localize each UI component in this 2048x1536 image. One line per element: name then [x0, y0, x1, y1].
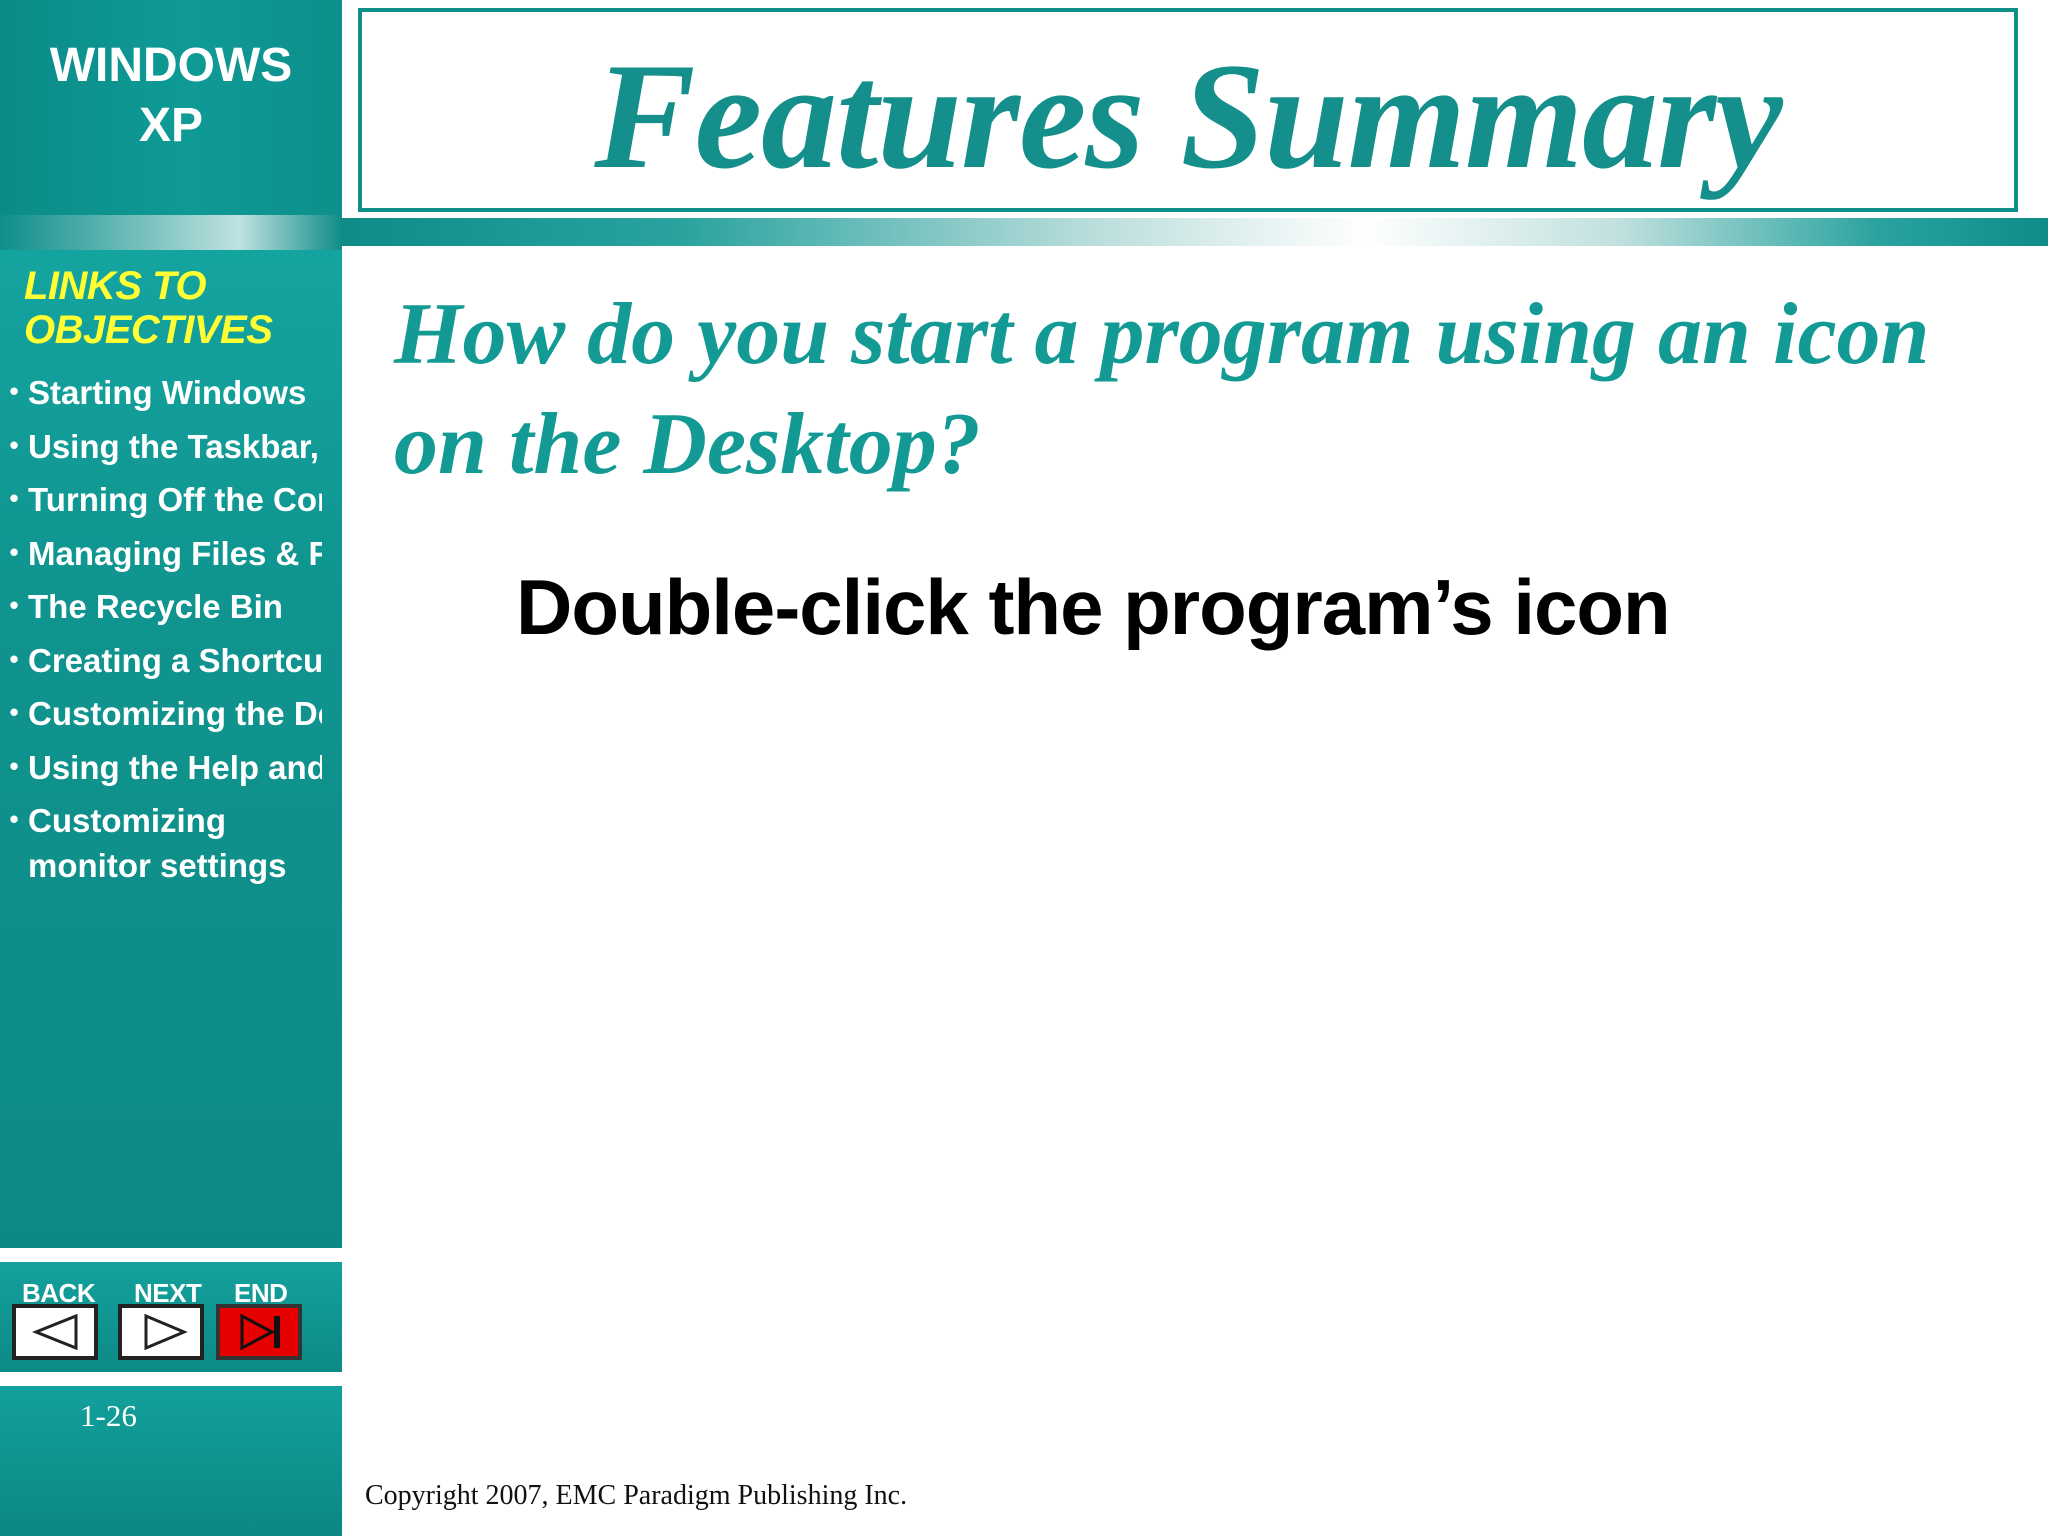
- sidebar-item-label: Managing Files & Fol: [28, 534, 322, 572]
- page-title: Features Summary: [594, 32, 1783, 200]
- bullet-icon: •: [9, 750, 19, 781]
- sidebar-item-help-support[interactable]: • Using the Help and S: [0, 745, 322, 799]
- bullet-icon: •: [9, 697, 19, 727]
- triangle-right-icon: [144, 1313, 188, 1351]
- brand-line-1: WINDOWS: [49, 39, 293, 92]
- sidebar-item-managing-files[interactable]: • Managing Files & Fol: [0, 531, 322, 585]
- objectives-list: • Starting Windows • Using the Taskbar, o …: [0, 370, 322, 894]
- brand-block: WINDOWS XP: [0, 0, 342, 215]
- sidebar-item-label: The Recycle Bin: [28, 588, 283, 625]
- sidebar: LINKS TO OBJECTIVES • Starting Windows • U…: [0, 250, 342, 1248]
- sidebar-item-label: Using the Help and S: [28, 748, 322, 786]
- sidebar-item-recycle-bin[interactable]: • The Recycle Bin: [0, 584, 322, 638]
- back-button[interactable]: [12, 1304, 98, 1360]
- sidebar-item-customizing-desktop[interactable]: • Customizing the Des: [0, 691, 322, 745]
- end-button[interactable]: [216, 1304, 302, 1360]
- header-divider: [342, 218, 2048, 246]
- title-box: Features Summary: [358, 8, 2018, 212]
- page-number-panel: 1-26: [0, 1386, 342, 1536]
- sidebar-item-creating-shortcut[interactable]: • Creating a Shortcut: [0, 638, 322, 692]
- sidebar-item-label: Customizing monitor settings: [28, 802, 287, 884]
- sidebar-item-starting-windows[interactable]: • Starting Windows: [0, 370, 322, 424]
- brand-line-2: XP: [138, 99, 204, 152]
- page-number: 1-26: [80, 1398, 137, 1433]
- links-heading-line-1: LINKS TO: [24, 264, 206, 308]
- sidebar-item-label: Using the Taskbar, o: [28, 427, 322, 465]
- sidebar-item-using-taskbar[interactable]: • Using the Taskbar, o: [0, 424, 322, 478]
- sidebar-item-monitor-settings[interactable]: • Customizing monitor settings: [0, 798, 322, 894]
- question-text: How do you start a program using an icon…: [394, 286, 1930, 493]
- bullet-icon: •: [9, 376, 19, 406]
- nav-panel: BACK NEXT END: [0, 1262, 342, 1372]
- answer-text: Double-click the program’s icon: [516, 563, 1671, 651]
- bullet-icon: •: [9, 429, 19, 460]
- bullet-icon: •: [9, 804, 19, 834]
- bullet-icon: •: [9, 536, 19, 567]
- triangle-left-icon: [31, 1313, 78, 1351]
- bullet-icon: •: [9, 483, 19, 513]
- sidebar-item-turning-off[interactable]: • Turning Off the Comp: [0, 477, 322, 531]
- bullet-icon: •: [9, 643, 19, 674]
- sidebar-item-label: Customizing the Des: [28, 695, 322, 732]
- next-button[interactable]: [118, 1304, 204, 1360]
- sidebar-item-label: Creating a Shortcut: [28, 641, 322, 679]
- bullet-icon: •: [9, 590, 19, 620]
- copyright-footer: Copyright 2007, EMC Paradigm Publishing …: [365, 1480, 908, 1511]
- sidebar-divider: [0, 215, 342, 250]
- skip-end-icon: [240, 1313, 280, 1351]
- sidebar-item-label: Starting Windows: [28, 374, 307, 411]
- links-heading-line-2: OBJECTIVES: [24, 308, 273, 352]
- links-heading: LINKS TO OBJECTIVES: [24, 264, 273, 352]
- sidebar-item-label: Turning Off the Comp: [28, 481, 322, 518]
